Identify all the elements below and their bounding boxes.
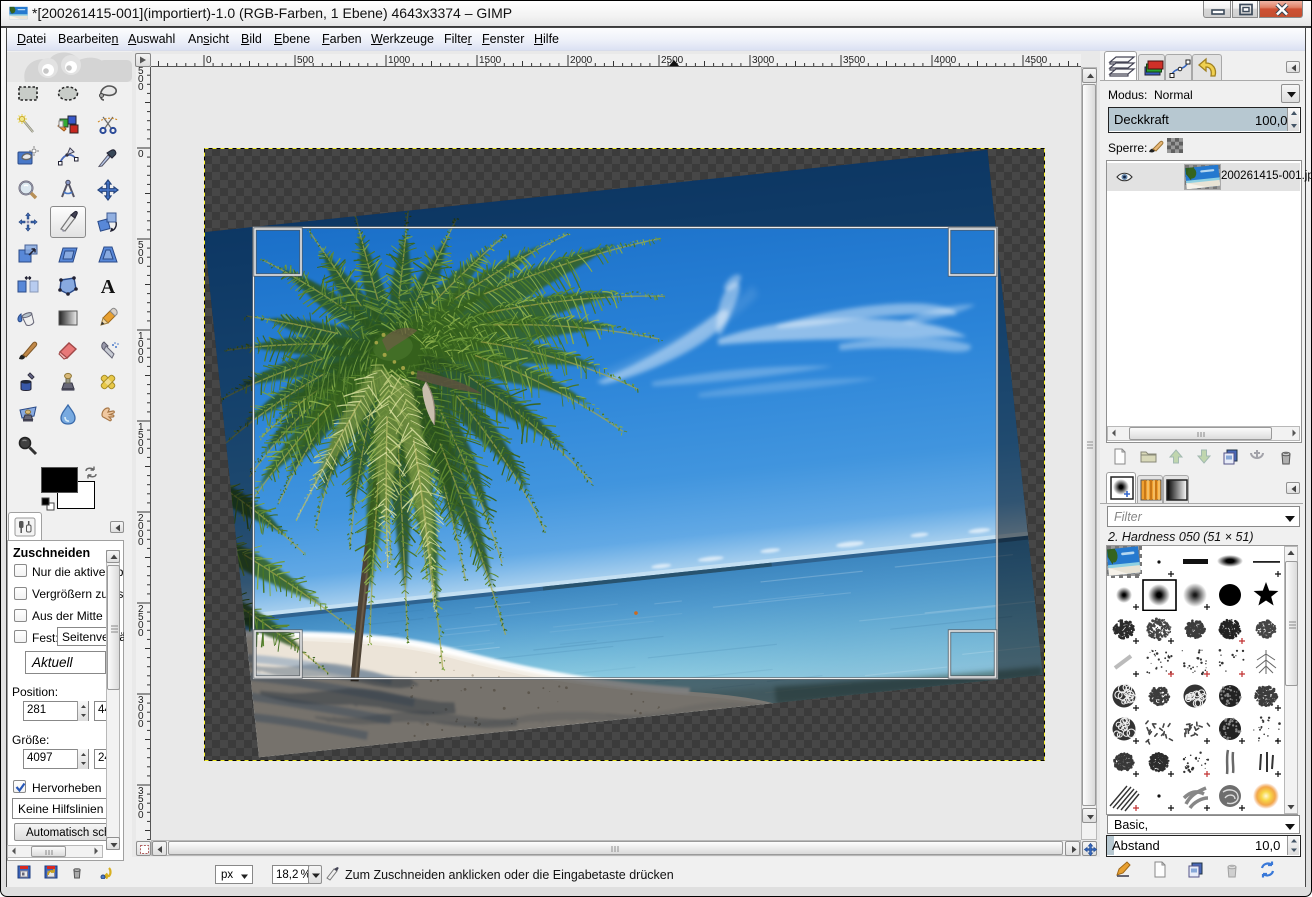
svg-text:0: 0 — [138, 82, 144, 93]
svg-text:3500: 3500 — [843, 55, 866, 66]
svg-text:4500: 4500 — [1025, 55, 1048, 66]
svg-text:0: 0 — [138, 628, 144, 639]
svg-text:1000: 1000 — [388, 55, 411, 66]
svg-text:0: 0 — [138, 719, 144, 730]
svg-text:500: 500 — [297, 55, 314, 66]
svg-text:0: 0 — [138, 149, 144, 160]
svg-text:A: A — [101, 276, 116, 298]
svg-text:2000: 2000 — [570, 55, 593, 66]
svg-text:4000: 4000 — [934, 55, 957, 66]
svg-text:0: 0 — [206, 55, 212, 66]
svg-text:0: 0 — [138, 355, 144, 366]
svg-text:0: 0 — [138, 810, 144, 821]
svg-text:3000: 3000 — [752, 55, 775, 66]
svg-text:0: 0 — [138, 256, 144, 267]
svg-text:0: 0 — [138, 446, 144, 457]
svg-text:1500: 1500 — [479, 55, 502, 66]
svg-text:0: 0 — [138, 537, 144, 548]
